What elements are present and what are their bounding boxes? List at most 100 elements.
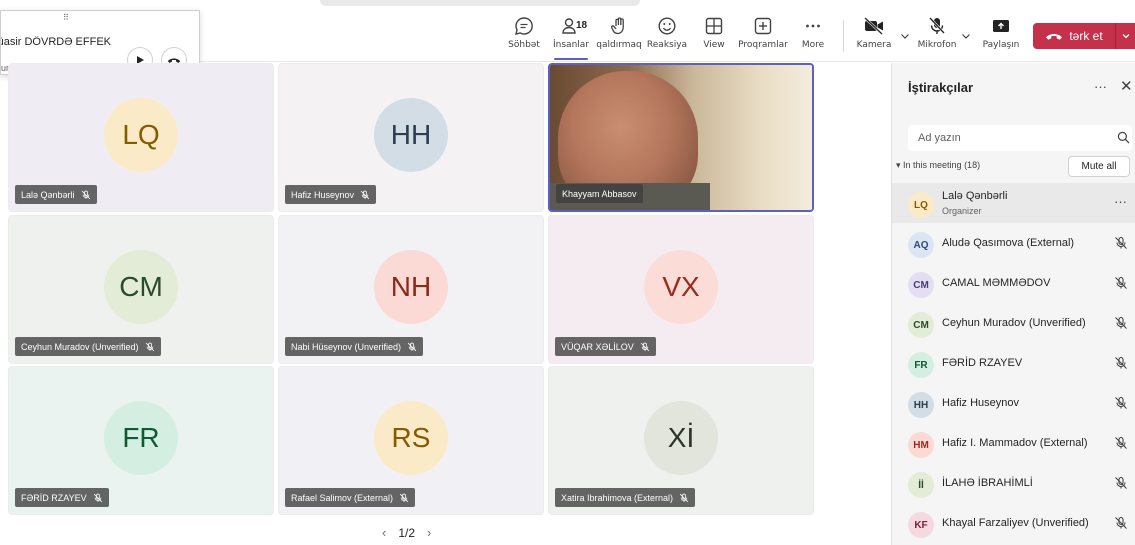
participant-name-tag: Khayyam Abbasov	[556, 184, 643, 203]
participant-tile[interactable]: Xİ Xatira Ibrahimova (External)	[548, 366, 814, 515]
participant-tile[interactable]: LQ Lalə Qənbərli	[8, 63, 274, 212]
participant-row[interactable]: İİ İLAHƏ İBRAHİMLİ	[892, 463, 1135, 503]
more-dots-icon	[806, 24, 820, 28]
mic-off-icon[interactable]	[1114, 276, 1128, 290]
participant-avatar: VX	[644, 250, 718, 324]
mic-options-chevron-icon[interactable]	[960, 30, 972, 42]
next-page-icon[interactable]: ›	[427, 525, 431, 540]
participants-panel: İştirakçılar ··· ✕ ▾ In this meeting (18…	[891, 63, 1135, 545]
mic-label: Mikrofon	[917, 40, 957, 50]
hand-icon	[611, 17, 624, 35]
chat-icon	[515, 17, 533, 35]
mic-off-icon	[399, 493, 409, 503]
participant-tile[interactable]: FR FƏRİD RZAYEV	[8, 366, 274, 515]
apps-button[interactable]: Proqramlar	[738, 16, 788, 56]
emoji-icon	[658, 17, 676, 35]
drag-handle-icon[interactable]: ⠿	[63, 13, 69, 22]
participant-name-tag: Xatira Ibrahimova (External)	[555, 488, 696, 507]
mic-off-icon[interactable]	[1114, 236, 1128, 250]
title-bar-strip	[320, 0, 640, 6]
react-label: Reaksiya	[646, 40, 688, 50]
share-button[interactable]: Paylaşın	[976, 16, 1026, 56]
chevron-down-icon	[1122, 34, 1129, 39]
participant-row[interactable]: HH Hafiz Huseynov	[892, 383, 1135, 423]
chat-button[interactable]: Söhbət	[499, 16, 549, 56]
close-icon[interactable]: ✕	[1120, 77, 1133, 95]
participant-role: Organizer	[942, 206, 982, 216]
view-button[interactable]: View	[689, 16, 739, 56]
participant-avatar: FR	[104, 401, 178, 475]
participant-avatar: CM	[908, 272, 934, 298]
participant-tile[interactable]: CM Ceyhun Muradov (Unverified)	[8, 215, 274, 364]
participant-avatar: AQ	[908, 232, 934, 258]
toolbar-divider	[843, 20, 844, 52]
mic-off-icon[interactable]	[1114, 436, 1128, 450]
participant-avatar: FR	[908, 352, 934, 378]
participant-avatar: RS	[374, 401, 448, 475]
react-button[interactable]: Reaksiya	[642, 16, 692, 56]
participant-row[interactable]: AQ Aludə Qasımova (External)	[892, 223, 1135, 263]
mic-off-icon[interactable]	[1114, 516, 1128, 530]
grid-view-icon	[705, 17, 723, 35]
participant-row[interactable]: FR FƏRİD RZAYEV	[892, 343, 1135, 383]
participant-row[interactable]: CM Ceyhun Muradov (Unverified)	[892, 303, 1135, 343]
leave-button[interactable]: tərk et	[1033, 23, 1115, 49]
participant-name-tag: Rafael Salimov (External)	[285, 488, 416, 507]
participant-name: CAMAL MƏMMƏDOV	[942, 277, 1051, 289]
camera-options-chevron-icon[interactable]	[899, 30, 911, 42]
participant-name-tag: Nabi Hüseynov (Unverified)	[285, 337, 424, 356]
participant-name: Xatira Ibrahimova (External)	[561, 492, 674, 503]
camera-button[interactable]: Kamera	[849, 16, 899, 56]
participant-avatar: HH	[374, 98, 448, 172]
participant-row[interactable]: LQ Lalə Qənbərli Organizer ···	[892, 183, 1135, 223]
mic-off-icon[interactable]	[1114, 396, 1128, 410]
participant-name: Aludə Qasımova (External)	[942, 237, 1075, 249]
people-label: İnsanlar	[553, 40, 589, 50]
panel-title: İştirakçılar	[908, 80, 974, 95]
raise-hand-button[interactable]: qaldırmaq	[594, 16, 644, 56]
mic-off-icon[interactable]	[1114, 316, 1128, 330]
mic-off-icon[interactable]	[1114, 356, 1128, 370]
search-icon[interactable]	[1117, 131, 1130, 144]
people-count: 18	[576, 20, 588, 31]
participant-avatar: HM	[908, 432, 934, 458]
apps-label: Proqramlar	[738, 40, 788, 50]
mic-button[interactable]: Mikrofon	[912, 16, 962, 56]
participant-row[interactable]: HM Hafiz I. Mammadov (External)	[892, 423, 1135, 463]
mic-off-icon	[360, 190, 370, 200]
previous-page-icon[interactable]: ‹	[382, 525, 386, 540]
mic-off-icon	[407, 342, 417, 352]
share-label: Paylaşın	[982, 40, 1020, 50]
participant-name: FƏRİD RZAYEV	[942, 357, 1023, 369]
grid-pager: ‹ 1/2 ›	[382, 525, 431, 540]
more-button[interactable]: More	[788, 16, 838, 56]
people-button[interactable]: 18 İnsanlar	[546, 16, 596, 60]
in-meeting-section-header[interactable]: ▾ In this meeting (18)	[896, 160, 980, 171]
participant-tile[interactable]: HH Hafiz Huseynov	[278, 63, 544, 212]
mute-all-button[interactable]: Mute all	[1068, 156, 1130, 177]
mic-off-icon	[929, 17, 945, 34]
participant-name: Hafiz I. Mammadov (External)	[942, 437, 1088, 449]
participant-tile[interactable]: NH Nabi Hüseynov (Unverified)	[278, 215, 544, 364]
mic-off-icon[interactable]	[1114, 476, 1128, 490]
search-participants-input[interactable]	[908, 125, 1132, 151]
mic-off-icon	[679, 493, 689, 503]
panel-more-icon[interactable]: ···	[1094, 79, 1107, 94]
participant-name: Khayal Farzaliyev (Unverified)	[942, 517, 1089, 529]
participant-tile[interactable]: VX VÜQAR XƏLİLOV	[548, 215, 814, 364]
participant-row[interactable]: KF Khayal Farzaliyev (Unverified)	[892, 503, 1135, 543]
participant-avatar: İİ	[908, 472, 934, 498]
camera-label: Kamera	[856, 40, 892, 50]
participant-avatar: Xİ	[644, 401, 718, 475]
leave-options-button[interactable]	[1115, 23, 1135, 49]
participant-row[interactable]: CM CAMAL MƏMMƏDOV	[892, 263, 1135, 303]
participant-tile[interactable]: RS Rafael Salimov (External)	[278, 366, 544, 515]
participant-tile[interactable]: Khayyam Abbasov	[548, 63, 814, 212]
participant-name: Ceyhun Muradov (Unverified)	[942, 317, 1086, 329]
participant-avatar: LQ	[908, 192, 934, 218]
share-screen-icon	[993, 20, 1009, 32]
participant-name-tag: Lalə Qənbərli	[15, 185, 97, 204]
mic-off-icon	[93, 493, 103, 503]
video-grid: LQ Lalə Qənbərli HH Hafiz Huseynov Khayyam A…	[8, 63, 816, 518]
participant-more-icon[interactable]: ···	[1114, 194, 1127, 209]
